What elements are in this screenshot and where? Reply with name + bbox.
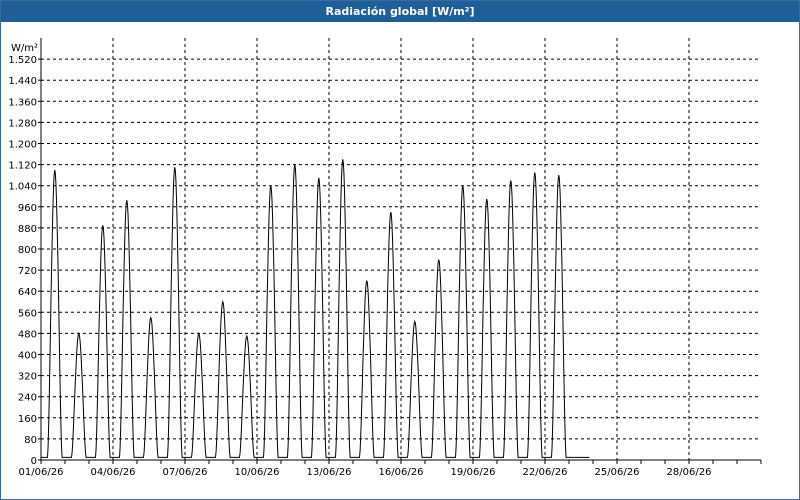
x-tick-label: 25/06/26 [595, 467, 640, 478]
y-tick-label: 1.360 [8, 97, 37, 108]
y-tick-label: 400 [18, 351, 37, 362]
radiation-chart: 0 80 160 240 320 400 480 560 640 720 800 880 960 1.04… [8, 38, 762, 478]
y-tick-label: 320 [18, 372, 37, 383]
chart-grid [41, 38, 761, 460]
x-tick-label: 13/06/26 [307, 467, 352, 478]
y-tick-label: 1.120 [8, 161, 37, 172]
y-axis-unit-label: W/m² [11, 43, 38, 54]
x-tick-label: 19/06/26 [451, 467, 496, 478]
x-tick-label: 16/06/26 [379, 467, 424, 478]
y-tick-label: 0 [31, 456, 37, 467]
y-axis: 0 80 160 240 320 400 480 560 640 720 800 880 960 1.04… [8, 38, 42, 467]
y-tick-label: 720 [18, 266, 37, 277]
y-tick-label: 960 [18, 203, 37, 214]
y-tick-label: 1.520 [8, 55, 37, 66]
y-tick-label: 1.040 [8, 182, 37, 193]
x-axis: 01/06/26 04/06/26 07/06/26 10/06/26 13/06/26… [19, 459, 762, 478]
y-tick-label: 640 [18, 287, 37, 298]
y-tick-label: 1.280 [8, 118, 37, 129]
window-title: Radiación global [W/m²] [1, 1, 799, 22]
x-tick-label: 10/06/26 [235, 467, 280, 478]
y-tick-label: 1.440 [8, 76, 37, 87]
y-tick-label: 1.200 [8, 140, 37, 151]
x-tick-label: 04/06/26 [91, 467, 136, 478]
y-tick-label: 80 [24, 435, 37, 446]
y-tick-label: 160 [18, 414, 37, 425]
x-tick-label: 28/06/26 [667, 467, 712, 478]
x-tick-label: 01/06/26 [19, 467, 64, 478]
y-tick-label: 880 [18, 224, 37, 235]
y-tick-label: 480 [18, 329, 37, 340]
y-tick-label: 800 [18, 245, 37, 256]
y-tick-label: 560 [18, 308, 37, 319]
radiation-series-line [41, 159, 590, 458]
x-tick-label: 22/06/26 [523, 467, 568, 478]
y-tick-label: 240 [18, 393, 37, 404]
x-tick-label: 07/06/26 [163, 467, 208, 478]
series-group [41, 159, 590, 458]
chart-window: Radiación global [W/m²] 0 80 160 240 320 400 4… [0, 0, 800, 500]
